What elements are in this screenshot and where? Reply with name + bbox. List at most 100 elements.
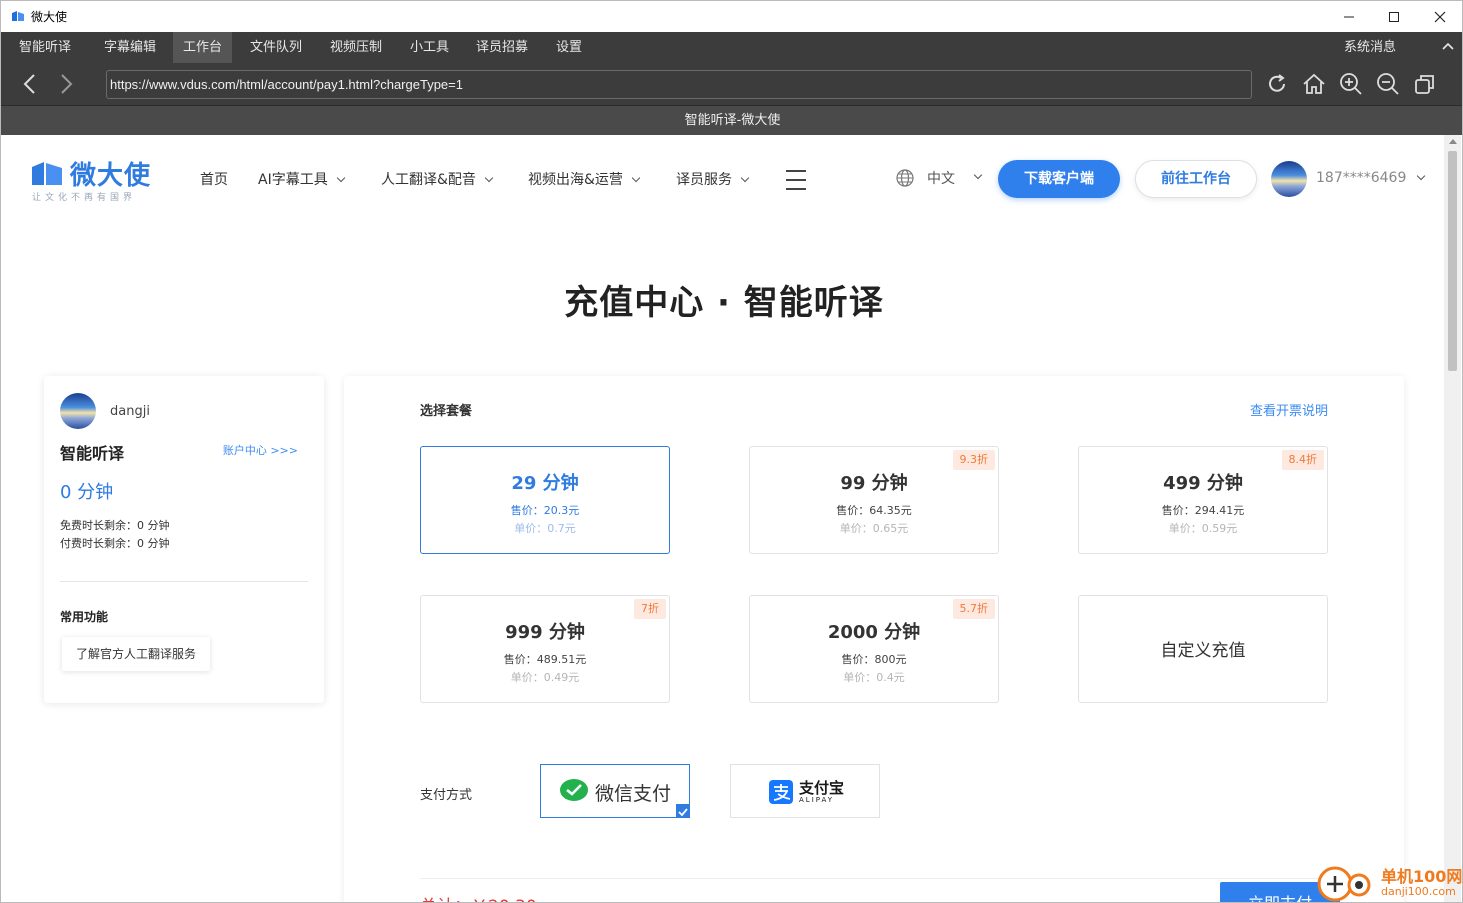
zoom-in-icon	[1340, 73, 1362, 95]
chevron-down-icon	[1417, 171, 1426, 181]
app-logo-icon	[12, 11, 24, 21]
package-minutes: 29 分钟	[511, 473, 579, 494]
download-client-button[interactable]: 下载客户端	[998, 160, 1120, 198]
home-button[interactable]	[1301, 71, 1327, 97]
window-title: 微大使	[31, 10, 68, 24]
menu-item-subtitle-edit[interactable]: 字幕编辑	[94, 32, 166, 63]
nav-home-label: 首页	[200, 172, 228, 188]
page-title: 充值中心 · 智能听译	[564, 283, 884, 323]
zoom-out-button[interactable]	[1375, 71, 1401, 97]
discount-badge: 7折	[634, 599, 666, 619]
custom-recharge-option[interactable]: 自定义充值	[1078, 595, 1328, 703]
package-minutes: 99 分钟	[840, 473, 908, 494]
avatar[interactable]	[1271, 161, 1307, 197]
chevron-down-icon	[484, 173, 494, 183]
language-selector[interactable]: 中文	[895, 168, 983, 188]
total-amount: 总计：￥20.30	[420, 892, 537, 902]
package-minutes: 2000 分钟	[827, 622, 921, 643]
menu-item-video-compress[interactable]: 视频压制	[320, 32, 392, 63]
package-99-min[interactable]: 9.3折 99 分钟 售价：64.35元 单价：0.65元	[749, 446, 999, 554]
back-button[interactable]	[17, 71, 43, 97]
select-package-label: 选择套餐	[420, 404, 473, 419]
minimize-button[interactable]	[1326, 1, 1372, 32]
common-functions-title: 常用功能	[60, 610, 109, 624]
nav-ai-subtitle[interactable]: AI字幕工具	[258, 169, 345, 189]
wechat-pay-option[interactable]: 微信支付	[540, 764, 690, 818]
vertical-scrollbar[interactable]	[1444, 135, 1461, 902]
menu-bar: 智能听译 字幕编辑 工作台 文件队列 视频压制 小工具 译员招募 设置 系统消息	[1, 32, 1462, 63]
refresh-button[interactable]	[1264, 71, 1290, 97]
menu-item-workspace[interactable]: 工作台	[173, 32, 233, 63]
user-phone[interactable]: 187****6469	[1316, 170, 1426, 186]
web-content: 微大使 让文化不再有国界 首页 AI字幕工具 人工翻译&配音 视频出海&运营 译…	[2, 135, 1446, 902]
account-card: dangji 智能听译 账户中心 >>> 0 分钟 免费时长剩余：0 分钟 付费…	[44, 376, 324, 703]
package-999-min[interactable]: 7折 999 分钟 售价：489.51元 单价：0.49元	[420, 595, 670, 703]
refresh-icon	[1269, 74, 1285, 92]
package-2000-min[interactable]: 5.7折 2000 分钟 售价：800元 单价：0.4元	[749, 595, 999, 703]
url-input[interactable]: https://www.vdus.com/html/account/pay1.h…	[106, 70, 1252, 99]
nav-video-overseas[interactable]: 视频出海&运营	[528, 169, 641, 189]
wechat-icon	[560, 779, 588, 801]
restore-window-button[interactable]	[1412, 71, 1438, 97]
package-29-min[interactable]: 29 分钟 售价：20.3元 单价：0.7元	[420, 446, 670, 554]
address-bar: https://www.vdus.com/html/account/pay1.h…	[1, 63, 1462, 105]
nav-ai-subtitle-label: AI字幕工具	[258, 172, 328, 188]
zoom-out-icon	[1377, 73, 1399, 95]
chevron-up-icon[interactable]	[1442, 41, 1454, 51]
package-499-min[interactable]: 8.4折 499 分钟 售价：294.41元 单价：0.59元	[1078, 446, 1328, 554]
package-unit-price: 单价：0.4元	[843, 671, 905, 684]
package-minutes: 499 分钟	[1163, 473, 1243, 494]
package-price: 售价：294.41元	[1161, 504, 1245, 517]
nav-human-translation-label: 人工翻译&配音	[381, 172, 476, 188]
menu-item-file-queue[interactable]: 文件队列	[240, 32, 312, 63]
close-icon	[1434, 11, 1446, 22]
zoom-in-button[interactable]	[1338, 71, 1364, 97]
nav-translator-service[interactable]: 译员服务	[676, 169, 750, 189]
menu-item-smart-listen[interactable]: 智能听译	[9, 32, 81, 63]
account-service-title: 智能听译	[60, 444, 125, 463]
package-unit-price: 单价：0.7元	[514, 522, 576, 535]
watermark-url: danji100.com	[1381, 885, 1456, 898]
menu-item-settings[interactable]: 设置	[546, 32, 592, 63]
forward-icon	[61, 74, 73, 94]
scroll-up-arrow-icon[interactable]	[1449, 139, 1457, 144]
account-username: dangji	[110, 404, 150, 419]
package-price: 售价：489.51元	[503, 653, 587, 666]
chevron-down-icon	[631, 173, 641, 183]
site-logo[interactable]: 微大使 让文化不再有国界	[30, 155, 170, 205]
package-unit-price: 单价：0.49元	[510, 671, 580, 684]
chevron-down-icon	[336, 173, 345, 183]
title-bar: 微大使	[1, 1, 1462, 32]
system-messages[interactable]: 系统消息	[1344, 32, 1396, 63]
account-center-link[interactable]: 账户中心 >>>	[223, 442, 298, 458]
menu-icon[interactable]	[786, 170, 806, 190]
nav-video-overseas-label: 视频出海&运营	[528, 172, 623, 188]
watermark: 单机100网 danji100.com	[1315, 861, 1463, 902]
app-window: 微大使 智能听译 字幕编辑 工作台 文件队列 视频压制 小工具 译员招募 设置 …	[0, 0, 1463, 903]
scroll-thumb[interactable]	[1448, 151, 1457, 371]
nav-human-translation[interactable]: 人工翻译&配音	[381, 169, 494, 189]
copy-window-icon	[1415, 75, 1434, 94]
home-icon	[1303, 73, 1325, 94]
globe-icon	[896, 169, 914, 187]
alipay-option[interactable]: 支付宝 ALIPAY	[730, 764, 880, 818]
forward-button[interactable]	[53, 71, 79, 97]
nav-home[interactable]: 首页	[200, 169, 228, 189]
watermark-title: 单机100网	[1381, 867, 1463, 886]
package-minutes: 999 分钟	[505, 622, 585, 643]
go-workspace-button[interactable]: 前往工作台	[1135, 160, 1257, 198]
menu-item-recruit[interactable]: 译员招募	[466, 32, 538, 63]
invoice-info-link[interactable]: 查看开票说明	[1250, 400, 1328, 419]
page-tab-title: 智能听译-微大使	[1, 105, 1462, 135]
free-remaining: 免费时长剩余：0 分钟	[60, 519, 170, 532]
close-button[interactable]	[1417, 1, 1462, 32]
language-label: 中文	[927, 171, 955, 187]
account-avatar	[60, 393, 96, 429]
official-translation-link[interactable]: 了解官方人工翻译服务	[62, 637, 211, 671]
menu-item-tools[interactable]: 小工具	[400, 32, 459, 63]
logo-text: 微大使	[70, 161, 152, 191]
selected-check-icon	[676, 804, 690, 818]
logo-mark-icon	[32, 162, 62, 185]
maximize-button[interactable]	[1371, 1, 1417, 32]
recharge-panel: 选择套餐 查看开票说明 29 分钟 售价：20.3元 单价：0.7元 9.3折 …	[344, 376, 1404, 902]
